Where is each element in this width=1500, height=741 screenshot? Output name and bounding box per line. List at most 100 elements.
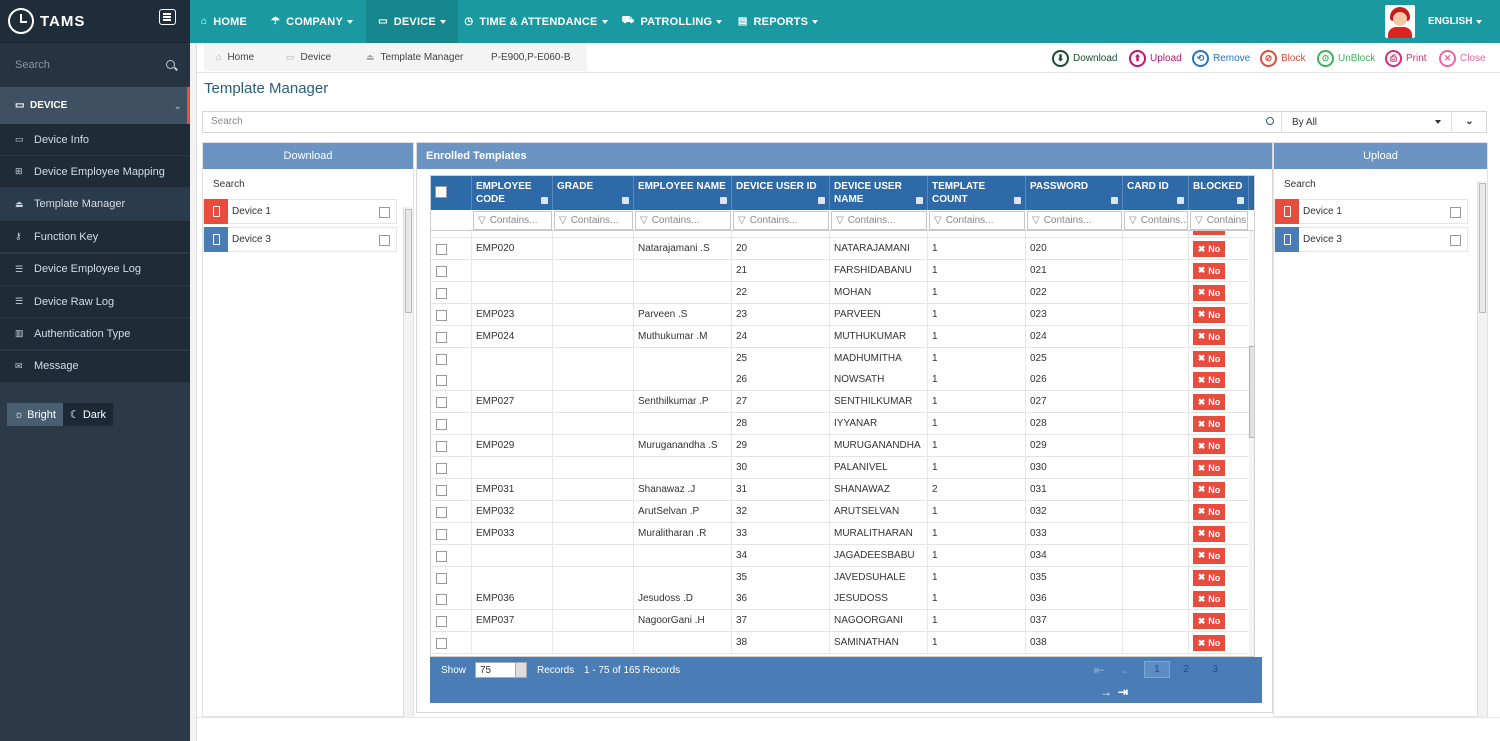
row-checkbox[interactable]	[436, 309, 447, 321]
device-item[interactable]: Device 1	[1274, 199, 1468, 224]
search-icon[interactable]	[166, 60, 175, 69]
menu-toggle-icon[interactable]	[159, 9, 176, 25]
row-checkbox[interactable]	[436, 419, 447, 431]
sidebar-item-device-info[interactable]: ▭ Device Info	[0, 124, 190, 156]
download-search-input[interactable]: Search	[213, 179, 245, 190]
table-row[interactable]: 21 FARSHIDABANU 1 021 ✖ No	[431, 259, 1249, 282]
download-button[interactable]: ⬇ Download	[1052, 49, 1117, 67]
last-page-icon[interactable]: ⇥	[1118, 685, 1128, 699]
upload-search-input[interactable]: Search	[1284, 179, 1316, 190]
sort-icon[interactable]	[1014, 197, 1021, 204]
sidebar-item-template-manager[interactable]: ⏏ Template Manager	[0, 188, 190, 221]
row-checkbox[interactable]	[436, 616, 447, 628]
table-row[interactable]: 25 MADHUMITHA 1 025 ✖ No	[431, 347, 1249, 370]
device-item[interactable]: Device 1	[203, 199, 397, 224]
blocked-toggle-button[interactable]: ✖No	[1193, 284, 1225, 301]
table-row[interactable]: EMP033 Muralitharan .R 33 MURALITHARAN 1 033 ✖…	[431, 522, 1249, 545]
unblock-button[interactable]: ⊙ UnBlock	[1317, 49, 1375, 67]
nav-home[interactable]: ⌂ HOME	[190, 0, 258, 43]
column-filter-input[interactable]: ▽Contains...	[635, 211, 731, 230]
prev-page-icon[interactable]: ←	[1120, 663, 1132, 677]
row-checkbox[interactable]	[436, 550, 447, 562]
device-item[interactable]: Device 3	[1274, 227, 1468, 252]
theme-dark-button[interactable]: ☾ Dark	[62, 403, 114, 426]
table-row[interactable]: 26 NOWSATH 1 026 ✖ No	[431, 369, 1249, 392]
table-row[interactable]: EMP024 Muthukumar .M 24 MUTHUKUMAR 1 024 ✖ No	[431, 325, 1249, 348]
sidebar-item-message[interactable]: ✉ Message	[0, 350, 190, 383]
table-row[interactable]: 28 IYYANAR 1 028 ✖ No	[431, 413, 1249, 436]
column-filter-input[interactable]: ▽Contains...	[1124, 211, 1188, 230]
sort-icon[interactable]	[1177, 197, 1184, 204]
upload-scrollbar[interactable]	[1477, 181, 1487, 717]
sort-icon[interactable]	[916, 197, 923, 204]
blocked-toggle-button[interactable]: ✖No	[1193, 394, 1225, 411]
blocked-toggle-button[interactable]: ✖No	[1193, 372, 1225, 389]
sort-icon[interactable]	[622, 197, 629, 204]
table-row[interactable]: EMP032 ArutSelvan .P 32 ARUTSELVAN 1 032 ✖ No	[431, 500, 1249, 523]
column-filter-input[interactable]: ▽Contains...	[1027, 211, 1122, 230]
row-checkbox[interactable]	[436, 331, 447, 343]
blocked-toggle-button[interactable]: ✖No	[1193, 306, 1225, 323]
sort-icon[interactable]	[1111, 197, 1118, 204]
row-checkbox[interactable]	[436, 528, 447, 540]
device-checkbox[interactable]	[379, 235, 390, 246]
sort-icon[interactable]	[541, 197, 548, 204]
column-header[interactable]: EMPLOYEE NAME	[634, 176, 732, 210]
column-header[interactable]: GRADE	[553, 176, 634, 210]
search-icon[interactable]	[1266, 117, 1274, 125]
device-checkbox[interactable]	[1450, 235, 1461, 246]
print-button[interactable]: ⎙ Print	[1385, 49, 1427, 67]
column-header[interactable]: DEVICE USER NAME	[830, 176, 928, 210]
device-checkbox[interactable]	[379, 207, 390, 218]
page-button[interactable]: 1	[1144, 661, 1170, 678]
column-header[interactable]: DEVICE USER ID	[732, 176, 830, 210]
table-row[interactable]: EMP031 Shanawaz .J 31 SHANAWAZ 2 031 ✖ No	[431, 478, 1249, 501]
filter-select[interactable]: By All	[1281, 112, 1451, 132]
blocked-toggle-button[interactable]: ✖No	[1193, 613, 1225, 630]
row-checkbox[interactable]	[436, 244, 447, 255]
blocked-toggle-button[interactable]: ✖No	[1193, 438, 1225, 455]
nav-time-attendance[interactable]: ◷ TIME & ATTENDANCE	[458, 0, 614, 43]
first-page-icon[interactable]: ⇤	[1094, 663, 1104, 677]
blocked-toggle-button[interactable]: ✖No	[1193, 460, 1225, 476]
table-row[interactable]: EMP027 Senthilkumar .P 27 SENTHILKUMAR 1 027 ✖…	[431, 391, 1249, 414]
table-row[interactable]: EMP020 Natarajamani .S 20 NATARAJAMANI 1 020 ✖…	[431, 238, 1249, 260]
blocked-toggle-button[interactable]: ✖No	[1193, 547, 1225, 564]
sort-icon[interactable]	[720, 197, 727, 204]
blocked-toggle-button[interactable]: ✖No	[1193, 350, 1225, 367]
row-checkbox[interactable]	[436, 287, 447, 299]
user-avatar[interactable]	[1385, 5, 1415, 38]
column-filter-input[interactable]: ▽Contains...	[473, 211, 552, 230]
blocked-toggle-button[interactable]: ✖No	[1193, 231, 1225, 235]
page-button[interactable]: 3	[1202, 661, 1228, 678]
column-header[interactable]: EMPLOYEE CODE	[472, 176, 553, 210]
table-row[interactable]: 30 PALANIVEL 1 030 ✖ No	[431, 457, 1249, 479]
table-row[interactable]: EMP036 Jesudoss .D 36 JESUDOSS 1 036 ✖ No	[431, 588, 1249, 611]
column-filter-input[interactable]: ▽Contains...	[1190, 211, 1248, 230]
row-checkbox[interactable]	[436, 484, 447, 496]
sidebar-item-device-employee-log[interactable]: ☰ Device Employee Log	[0, 253, 190, 286]
sidebar-item-device-employee-mapping[interactable]: ⊞ Device Employee Mapping	[0, 156, 190, 189]
blocked-toggle-button[interactable]: ✖No	[1193, 635, 1225, 652]
table-row[interactable]: 22 MOHAN 1 022 ✖ No	[431, 281, 1249, 304]
select-all-checkbox[interactable]	[435, 186, 447, 198]
column-filter-input[interactable]: ▽Contains...	[929, 211, 1025, 230]
sort-icon[interactable]	[818, 197, 825, 204]
column-header[interactable]: PASSWORD	[1026, 176, 1123, 210]
device-item[interactable]: Device 3	[203, 227, 397, 252]
blocked-toggle-button[interactable]: ✖No	[1193, 503, 1225, 520]
row-checkbox[interactable]	[436, 638, 447, 650]
sidebar-section-device[interactable]: ▭ DEVICE ⌄	[0, 87, 190, 124]
table-row[interactable]: EMP023 Parveen .S 23 PARVEEN 1 023 ✖ No	[431, 303, 1249, 326]
breadcrumb-item[interactable]: ⏏ Template Manager	[354, 43, 479, 71]
column-header[interactable]: CARD ID	[1123, 176, 1189, 210]
breadcrumb-item[interactable]: ⌂ Home	[204, 43, 274, 71]
close-button[interactable]: ✕ Close	[1439, 49, 1486, 67]
blocked-toggle-button[interactable]: ✖No	[1193, 525, 1225, 542]
column-filter-input[interactable]: ▽Contains...	[554, 211, 633, 230]
sidebar-item-function-key[interactable]: ⚷ Function Key	[0, 221, 190, 254]
blocked-toggle-button[interactable]: ✖No	[1193, 328, 1225, 345]
nav-company[interactable]: ☂ COMPANY	[258, 0, 366, 43]
sidebar-item-authentication-type[interactable]: ▥ Authentication Type	[0, 318, 190, 351]
table-row[interactable]: EMP029 Muruganandha .S 29 MURUGANANDHA 1 029 ✖…	[431, 435, 1249, 458]
